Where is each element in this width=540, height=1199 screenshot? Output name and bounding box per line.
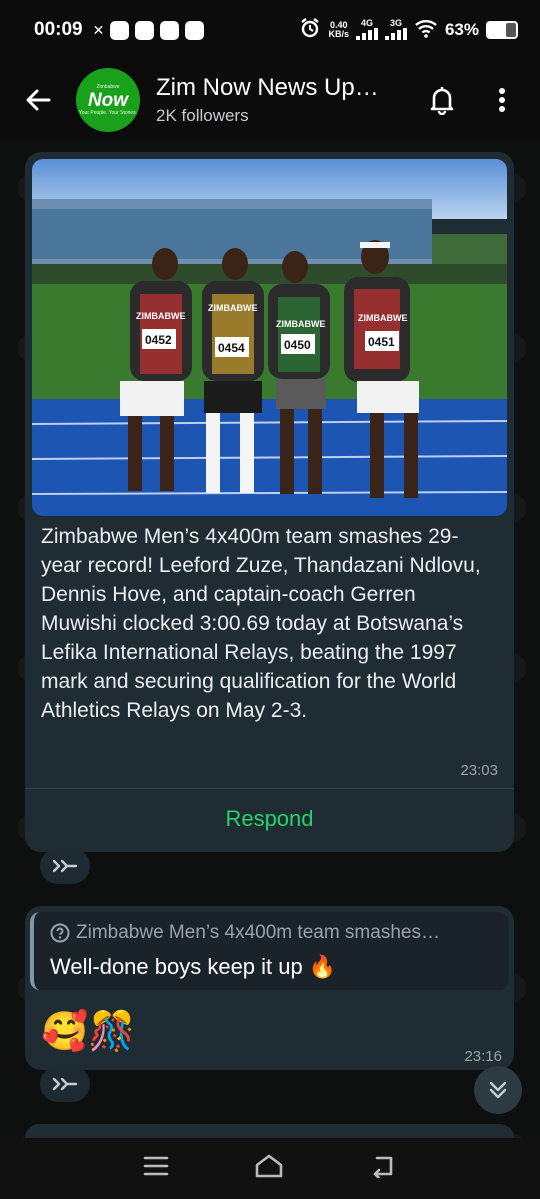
reply-text: Well-done boys keep it up 🔥 [50,954,337,979]
message-divider [25,788,514,789]
channel-avatar[interactable]: Zimbabwe Now Your People. Your Stories. [76,68,140,132]
back-arrow-icon [26,89,51,111]
message-text: Zimbabwe Men’s 4x400m team smashes 29-ye… [41,525,481,722]
status-time: 00:09 [34,19,83,40]
system-nav-bar [0,1138,540,1199]
net-speed-unit: KB/s [328,29,349,39]
kebab-menu-icon [499,88,505,112]
jersey-text-2: ZIMBABWE [208,303,258,313]
jersey-text-3: ZIMBABWE [276,319,326,329]
menu-icon [143,1156,168,1176]
return-icon [374,1156,393,1180]
bib-1: 0452 [145,333,172,347]
x-app-icon: ✕ [92,21,105,38]
bell-icon [430,87,454,115]
question-icon [50,923,70,943]
avatar-small-text: Zimbabwe [96,83,120,90]
quoted-message[interactable]: Zimbabwe Men’s 4x400m team smashes… Well… [30,912,509,990]
warning-icon [185,20,205,40]
net-speed: 0.40 KB/s [328,21,349,39]
avatar-logo-text: Now [87,89,129,111]
home-button[interactable] [254,1153,284,1184]
follower-count: 2K followers [156,106,249,125]
channel-header: Zimbabwe Now Your People. Your Stories. … [0,60,540,140]
forward-icon [52,859,78,873]
forward-button-2[interactable] [40,1066,90,1102]
emoji-reaction: 🥰🎊 [41,1011,136,1053]
bib-4: 0451 [368,335,395,349]
back-button[interactable] [20,82,56,118]
message-time-2: 23:16 [464,1048,502,1065]
channel-info[interactable]: Zim Now News Up… 2K followers [156,74,422,126]
wifi-icon [414,18,438,43]
qq-icon [110,20,130,40]
status-bar: 00:09 ✕ 0.40 KB/s 4G 3G 63% [0,0,540,60]
signal-3g-label: 3G [389,17,402,28]
message-bubble-2[interactable]: Zimbabwe Men’s 4x400m team smashes… Well… [25,906,514,1070]
forward-icon [52,1077,78,1091]
scroll-to-bottom-button[interactable] [474,1066,522,1114]
back-nav-button[interactable] [369,1154,397,1183]
signal-3g: 3G [384,17,407,42]
signal-4g-label: 4G [360,17,373,28]
respond-button[interactable]: Respond [25,806,514,832]
jersey-text-4: ZIMBABWE [358,313,408,323]
double-chevron-down-icon [489,1081,507,1099]
wechat-icon [135,20,155,40]
quote-snippet: Zimbabwe Men’s 4x400m team smashes… [76,922,440,943]
avatar-tagline: Your People. Your Stories. [78,109,138,116]
bib-2: 0454 [218,341,245,355]
bib-3: 0450 [284,338,311,352]
battery-percent: 63% [444,20,479,39]
notification-bell-button[interactable] [422,80,462,120]
home-icon [255,1154,283,1178]
recent-apps-button[interactable] [143,1155,169,1182]
channel-name: Zim Now News Up… [156,74,379,101]
athletes-photo: 0452 0454 0450 0451 ZIMBABWE ZIMBABWE ZI… [32,159,507,516]
signal-4g: 4G [355,17,378,42]
more-options-button[interactable] [482,80,522,120]
alarm-icon [299,17,321,44]
battery-icon [486,21,518,39]
notification-icons: ✕ [92,20,205,40]
forward-button[interactable] [40,848,90,884]
message-time: 23:03 [460,762,498,779]
chat-area[interactable]: 0452 0454 0450 0451 ZIMBABWE ZIMBABWE ZI… [0,140,540,1144]
jersey-text-1: ZIMBABWE [136,311,186,321]
message-bubble[interactable]: 0452 0454 0450 0451 ZIMBABWE ZIMBABWE ZI… [25,152,514,852]
link-app-icon [160,20,180,40]
message-photo[interactable]: 0452 0454 0450 0451 ZIMBABWE ZIMBABWE ZI… [32,159,507,516]
